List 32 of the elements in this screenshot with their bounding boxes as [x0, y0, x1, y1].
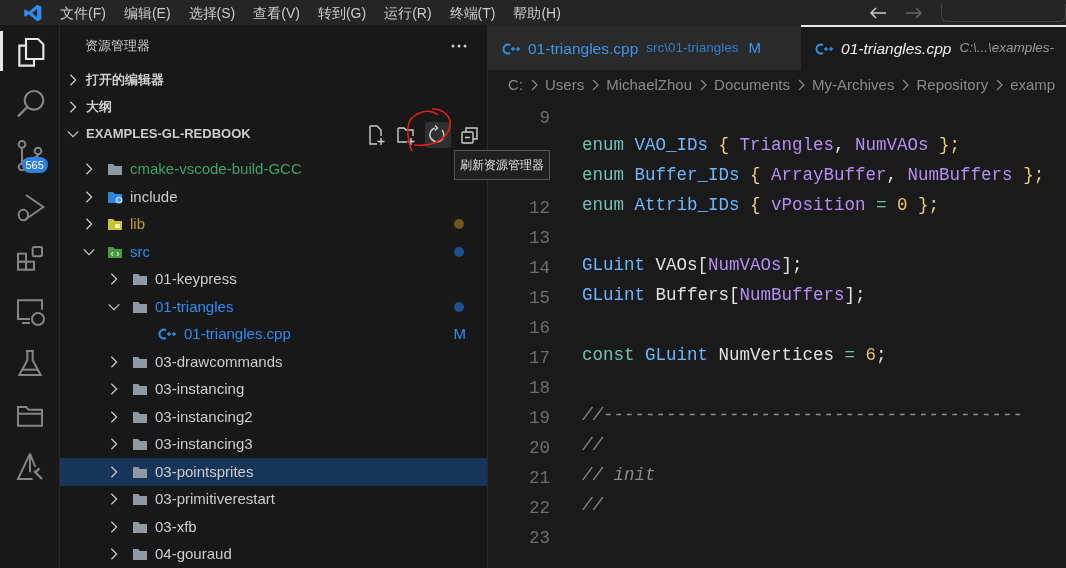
line-number: 21: [528, 467, 550, 485]
code-line: const GLuint NumVertices = 6;: [582, 343, 887, 367]
git-status-letter: M: [748, 38, 762, 59]
line-number: 16: [528, 317, 550, 335]
line-number: 19: [528, 407, 550, 425]
code-line: GLuint Buffers[NumBuffers];: [582, 283, 866, 307]
sidebar-title: 资源管理器: [85, 37, 150, 55]
code-line: //: [582, 493, 603, 517]
code-line: enum Attrib_IDs { vPosition = 0 };: [582, 193, 940, 217]
tooltip: 刷新资源管理器: [454, 150, 550, 180]
line-number: 14: [528, 257, 550, 275]
line-number: 17: [528, 347, 550, 365]
code-line: GLuint VAOs[NumVAOs];: [582, 253, 803, 277]
tab-description: src\01-triangles: [646, 39, 739, 58]
code-line: //----------------------------------------: [582, 403, 1024, 427]
code-line: // init: [582, 463, 656, 487]
tab-description: C:\...\examples-: [959, 39, 1054, 58]
line-number: 9: [538, 107, 550, 125]
code-line: enum VAO_IDs { Triangles, NumVAOs };: [582, 133, 961, 157]
tab-title: 01-triangles.cpp: [528, 38, 639, 59]
line-number: 22: [528, 497, 550, 515]
tab-title: 01-triangles.cpp: [841, 38, 952, 59]
notification-badge: 565: [21, 157, 48, 173]
line-number: 23: [528, 527, 550, 545]
git-status-letter: M: [453, 324, 466, 344]
line-number: 12: [528, 197, 550, 215]
line-number: 13: [528, 227, 550, 245]
code-line: enum Buffer_IDs { ArrayBuffer, NumBuffers };: [582, 163, 1045, 187]
line-number: 15: [528, 287, 550, 305]
line-number: 18: [528, 377, 550, 395]
code-line: //: [582, 433, 603, 457]
line-number: 20: [528, 437, 550, 455]
